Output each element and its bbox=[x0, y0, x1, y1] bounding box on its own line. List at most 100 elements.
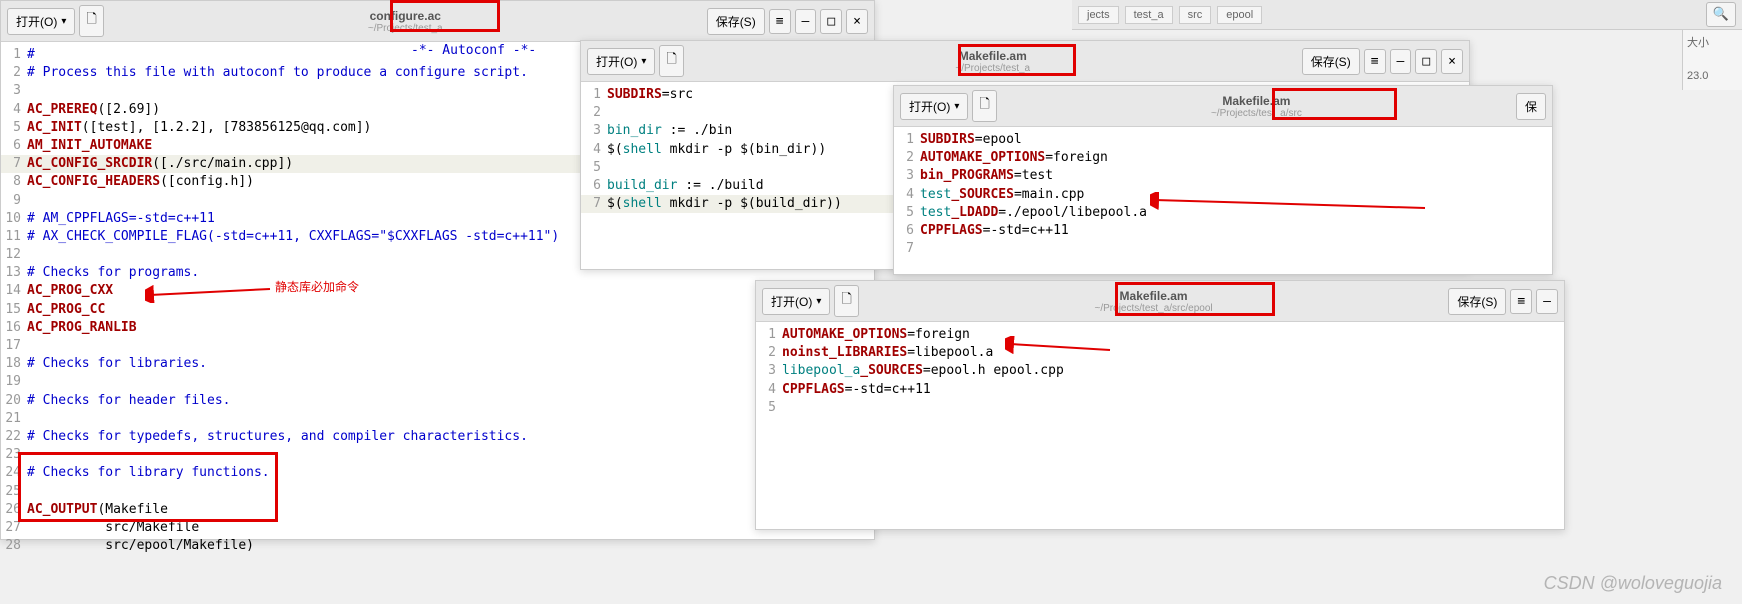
line-number: 21 bbox=[5, 410, 27, 428]
line-number: 6 bbox=[898, 222, 920, 240]
path-seg[interactable]: jects bbox=[1078, 6, 1119, 24]
code-line[interactable]: 26AC_OUTPUT(Makefile bbox=[1, 501, 874, 519]
code-token: src/Makefile bbox=[27, 520, 199, 535]
code-line[interactable]: 2AUTOMAKE_OPTIONS=foreign bbox=[894, 149, 1552, 167]
menu-icon[interactable]: ≡ bbox=[769, 9, 791, 34]
path-seg[interactable]: test_a bbox=[1125, 6, 1173, 24]
code-token: # AM_CPPFLAGS=-std=c++11 bbox=[27, 211, 215, 226]
code-line[interactable]: 1AUTOMAKE_OPTIONS=foreign bbox=[756, 326, 1564, 344]
code-line[interactable]: 14AC_PROG_CXX bbox=[1, 282, 874, 300]
code-token: # Checks for programs. bbox=[27, 265, 199, 280]
line-number: 3 bbox=[898, 167, 920, 185]
side-panel-fragment: 大小 23.0 bbox=[1682, 30, 1742, 90]
code-token: =epool bbox=[975, 132, 1022, 147]
chevron-down-icon: ▾ bbox=[641, 56, 646, 67]
open-button[interactable]: 打开(O) ▾ bbox=[7, 8, 75, 35]
line-number: 1 bbox=[898, 131, 920, 149]
code-line[interactable]: 20# Checks for header files. bbox=[1, 392, 874, 410]
code-token: libepool_a bbox=[782, 363, 860, 378]
save-button[interactable]: 保存(S) bbox=[1302, 48, 1360, 75]
code-line[interactable]: 5test_LDADD=./epool/libepool.a bbox=[894, 204, 1552, 222]
save-button[interactable]: 保存(S) bbox=[1448, 288, 1506, 315]
code-line[interactable]: 17 bbox=[1, 337, 874, 355]
line-number: 3 bbox=[760, 362, 782, 380]
code-token: := ./build bbox=[677, 178, 763, 193]
file-path: ~/Projects/test_a bbox=[108, 23, 703, 34]
line-number: 14 bbox=[5, 282, 27, 300]
line-number: 5 bbox=[898, 204, 920, 222]
code-area[interactable]: 1SUBDIRS=epool2AUTOMAKE_OPTIONS=foreign3… bbox=[894, 127, 1552, 262]
code-line[interactable]: 2noinst_LIBRARIES=libepool.a bbox=[756, 344, 1564, 362]
line-number: 3 bbox=[5, 82, 27, 100]
code-line[interactable]: 22# Checks for typedefs, structures, and… bbox=[1, 428, 874, 446]
code-token: bin_dir bbox=[607, 123, 662, 138]
line-number: 26 bbox=[5, 501, 27, 519]
path-seg[interactable]: epool bbox=[1217, 6, 1262, 24]
close-icon[interactable]: × bbox=[846, 9, 868, 34]
code-token: := ./bin bbox=[662, 123, 732, 138]
save-button[interactable]: 保存(S) bbox=[707, 8, 765, 35]
annotation-text: 静态库必加命令 bbox=[275, 278, 359, 295]
open-button[interactable]: 打开(O) ▾ bbox=[587, 48, 655, 75]
maximize-icon[interactable]: □ bbox=[820, 9, 842, 34]
code-token: AC_CONFIG_SRCDIR bbox=[27, 156, 152, 171]
code-token: =libepool.a bbox=[907, 345, 993, 360]
open-button[interactable]: 打开(O) ▾ bbox=[762, 288, 830, 315]
maximize-icon[interactable]: □ bbox=[1415, 49, 1437, 74]
code-token: src/epool/Makefile) bbox=[27, 538, 254, 553]
search-icon[interactable]: 🔍 bbox=[1706, 2, 1736, 27]
code-line[interactable]: 3bin_PROGRAMS=test bbox=[894, 167, 1552, 185]
minimize-icon[interactable]: – bbox=[1390, 49, 1412, 74]
minimize-icon[interactable]: – bbox=[1536, 289, 1558, 314]
code-token: =-std=c++11 bbox=[983, 223, 1069, 238]
code-line[interactable]: 27 src/Makefile bbox=[1, 519, 874, 537]
code-token: # AX_CHECK_COMPILE_FLAG(-std=c++11, CXXF… bbox=[27, 229, 559, 244]
line-number: 24 bbox=[5, 464, 27, 482]
code-line[interactable]: 1SUBDIRS=epool bbox=[894, 131, 1552, 149]
line-number: 5 bbox=[585, 159, 607, 177]
line-number: 2 bbox=[585, 104, 607, 122]
new-doc-icon[interactable]: 🗋 bbox=[659, 45, 683, 77]
line-number: 23 bbox=[5, 446, 27, 464]
minimize-icon[interactable]: – bbox=[795, 9, 817, 34]
code-token: shell bbox=[623, 196, 662, 211]
menu-icon[interactable]: ≡ bbox=[1510, 289, 1532, 314]
code-line[interactable]: 16AC_PROG_RANLIB bbox=[1, 319, 874, 337]
watermark: CSDN @woloveguojia bbox=[1544, 573, 1722, 594]
code-line[interactable]: 23 bbox=[1, 446, 874, 464]
code-line[interactable]: 5 bbox=[756, 399, 1564, 417]
file-title: configure.ac bbox=[108, 9, 703, 23]
code-line[interactable]: 19 bbox=[1, 373, 874, 391]
file-title: Makefile.am bbox=[688, 49, 1298, 63]
code-line[interactable]: 4test_SOURCES=main.cpp bbox=[894, 186, 1552, 204]
path-bar-fragment: jects test_a src epool 🔍 bbox=[1072, 0, 1742, 30]
code-line[interactable]: 4CPPFLAGS=-std=c++11 bbox=[756, 381, 1564, 399]
code-line[interactable]: 7 bbox=[894, 240, 1552, 258]
close-icon[interactable]: × bbox=[1441, 49, 1463, 74]
code-line[interactable]: 3libepool_a_SOURCES=epool.h epool.cpp bbox=[756, 362, 1564, 380]
line-number: 19 bbox=[5, 373, 27, 391]
code-line[interactable]: 21 bbox=[1, 410, 874, 428]
save-button[interactable]: 保 bbox=[1516, 93, 1546, 120]
toolbar: 打开(O) ▾ 🗋 Makefile.am ~/Projects/test_a/… bbox=[894, 86, 1552, 127]
code-area[interactable]: 1AUTOMAKE_OPTIONS=foreign2noinst_LIBRARI… bbox=[756, 322, 1564, 421]
code-token: $( bbox=[607, 142, 623, 157]
code-line[interactable]: 6CPPFLAGS=-std=c++11 bbox=[894, 222, 1552, 240]
new-doc-icon[interactable]: 🗋 bbox=[972, 90, 996, 122]
path-seg[interactable]: src bbox=[1179, 6, 1212, 24]
code-token: AC_OUTPUT bbox=[27, 502, 97, 517]
code-line[interactable]: 18# Checks for libraries. bbox=[1, 355, 874, 373]
line-number: 18 bbox=[5, 355, 27, 373]
new-doc-icon[interactable]: 🗋 bbox=[834, 285, 858, 317]
code-token: _LDADD bbox=[951, 205, 998, 220]
new-doc-icon[interactable]: 🗋 bbox=[79, 5, 103, 37]
code-line[interactable]: 28 src/epool/Makefile) bbox=[1, 537, 874, 555]
line-number: 2 bbox=[5, 64, 27, 82]
code-token: =src bbox=[662, 87, 693, 102]
code-token: AC_INIT bbox=[27, 120, 82, 135]
code-line[interactable]: 25 bbox=[1, 483, 874, 501]
code-line[interactable]: 24# Checks for library functions. bbox=[1, 464, 874, 482]
open-button[interactable]: 打开(O) ▾ bbox=[900, 93, 968, 120]
menu-icon[interactable]: ≡ bbox=[1364, 49, 1386, 74]
code-line[interactable]: 15AC_PROG_CC bbox=[1, 301, 874, 319]
